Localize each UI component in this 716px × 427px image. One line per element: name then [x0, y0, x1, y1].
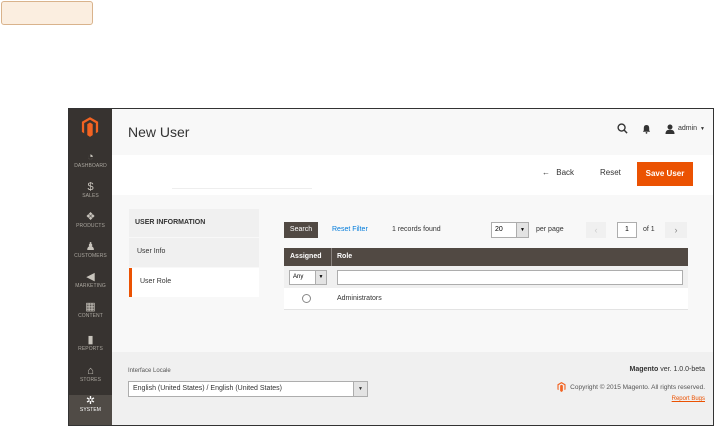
locale-select[interactable]: English (United States) / English (Unite… — [128, 381, 368, 397]
cube-icon: ❖ — [85, 211, 96, 223]
sidebar-item-dashboard[interactable]: ◔ DASHBOARD — [69, 151, 112, 181]
content-icon: ▦ — [85, 301, 96, 313]
reset-button[interactable]: Reset — [600, 168, 621, 177]
page-actions: ← Back Reset Save User — [112, 155, 713, 195]
role-radio[interactable] — [302, 294, 311, 303]
grid-header: Assigned Role — [284, 248, 688, 266]
save-user-button[interactable]: Save User — [637, 162, 693, 186]
sidebar-item-marketing[interactable]: ◀ MARKETING — [69, 271, 112, 301]
bar-chart-icon: ▮ — [87, 334, 94, 346]
main-content: New User admin ▼ ← Back Reset Save User … — [112, 109, 713, 425]
user-icon — [665, 124, 675, 134]
assigned-filter-value: Any — [293, 274, 304, 280]
tabs-heading: USER INFORMATION — [129, 209, 259, 237]
tab-user-role[interactable]: User Role — [129, 268, 259, 297]
sidebar-item-label: MARKETING — [75, 283, 106, 289]
copyright: Copyright © 2015 Magento. All rights res… — [557, 382, 705, 392]
role-filter-input[interactable] — [337, 270, 683, 285]
search-button[interactable]: Search — [284, 222, 318, 238]
role-name: Administrators — [337, 295, 382, 302]
sidebar: ◔ DASHBOARD $ SALES ❖ PRODUCTS ♟ CUSTOMERS ◀ MARK… — [69, 109, 112, 425]
version-text: ver. 1.0.0-beta — [658, 366, 705, 373]
sidebar-item-label: REPORTS — [78, 346, 103, 352]
footer: Interface Locale English (United States)… — [112, 352, 713, 425]
per-page-label: per page — [536, 226, 564, 233]
admin-window: ◔ DASHBOARD $ SALES ❖ PRODUCTS ♟ CUSTOMERS ◀ MARK… — [68, 108, 714, 426]
page-input[interactable]: 1 — [617, 222, 637, 238]
chevron-down-icon: ▼ — [700, 125, 705, 132]
magento-logo-icon[interactable] — [81, 117, 99, 137]
user-tabs: USER INFORMATION User Info User Role — [129, 209, 259, 297]
locale-label: Interface Locale — [128, 368, 171, 374]
gear-icon: ✲ — [85, 395, 96, 407]
locale-value: English (United States) / English (Unite… — [133, 385, 283, 392]
chevron-down-icon: ▼ — [353, 382, 367, 396]
per-page-select[interactable]: 20 ▼ — [491, 222, 529, 238]
page-title: New User — [128, 124, 190, 140]
records-count: 1 records found — [392, 226, 441, 233]
sidebar-item-label: SYSTEM — [79, 407, 102, 413]
version-info: Magento ver. 1.0.0-beta — [630, 366, 705, 373]
divider — [172, 188, 312, 189]
sidebar-item-stores[interactable]: ⌂ STORES — [69, 365, 112, 395]
reset-filter-link[interactable]: Reset Filter — [332, 226, 368, 233]
sidebar-item-customers[interactable]: ♟ CUSTOMERS — [69, 241, 112, 271]
person-icon: ♟ — [85, 241, 96, 253]
tab-user-info[interactable]: User Info — [129, 238, 259, 267]
sidebar-item-reports[interactable]: ▮ REPORTS — [69, 334, 112, 364]
magento-logo-icon — [557, 382, 566, 392]
grid-toolbar: Search Reset Filter 1 records found 20 ▼… — [284, 220, 690, 240]
megaphone-icon: ◀ — [86, 271, 95, 283]
report-bugs-link[interactable]: Report Bugs — [672, 396, 705, 402]
sidebar-item-label: PRODUCTS — [76, 223, 105, 229]
chevron-down-icon: ▼ — [516, 223, 528, 237]
next-page-button[interactable]: › — [665, 222, 687, 238]
user-menu[interactable]: admin ▼ — [665, 124, 705, 134]
top-left-tag-box — [1, 1, 93, 25]
brand-name: Magento — [629, 366, 659, 373]
top-actions: admin ▼ — [617, 123, 705, 134]
column-role[interactable]: Role — [337, 253, 352, 260]
user-name: admin — [677, 125, 698, 132]
sidebar-item-label: CUSTOMERS — [74, 253, 107, 259]
sidebar-item-label: SALES — [82, 193, 99, 199]
assigned-filter-select[interactable]: Any ▼ — [289, 270, 327, 285]
table-row[interactable]: Administrators — [284, 288, 688, 310]
bell-icon[interactable] — [642, 124, 651, 134]
sidebar-item-label: STORES — [79, 377, 102, 383]
sidebar-item-products[interactable]: ❖ PRODUCTS — [69, 211, 112, 241]
grid-filter-row: Any ▼ — [284, 266, 688, 288]
sidebar-item-content[interactable]: ▦ CONTENT — [69, 301, 112, 331]
dashboard-icon: ◔ — [87, 151, 94, 163]
sidebar-item-label: DASHBOARD — [74, 163, 107, 169]
copyright-text: Copyright © 2015 Magento. All rights res… — [570, 383, 705, 391]
prev-page-button[interactable]: ‹ — [586, 222, 606, 238]
per-page-value: 20 — [495, 226, 503, 233]
arrow-left-icon: ← — [542, 168, 550, 177]
sidebar-item-sales[interactable]: $ SALES — [69, 181, 112, 211]
store-icon: ⌂ — [87, 365, 94, 377]
chevron-down-icon: ▼ — [315, 271, 326, 284]
roles-grid: Search Reset Filter 1 records found 20 ▼… — [284, 220, 690, 310]
sidebar-item-label: CONTENT — [78, 313, 103, 319]
search-icon[interactable] — [617, 123, 628, 134]
sidebar-item-system[interactable]: ✲ SYSTEM — [69, 395, 112, 425]
dollar-icon: $ — [87, 181, 94, 193]
back-button[interactable]: ← Back — [542, 168, 574, 177]
column-separator — [331, 248, 332, 266]
column-assigned[interactable]: Assigned — [290, 253, 322, 260]
back-label: Back — [556, 168, 575, 177]
page-total: of 1 — [643, 226, 655, 233]
